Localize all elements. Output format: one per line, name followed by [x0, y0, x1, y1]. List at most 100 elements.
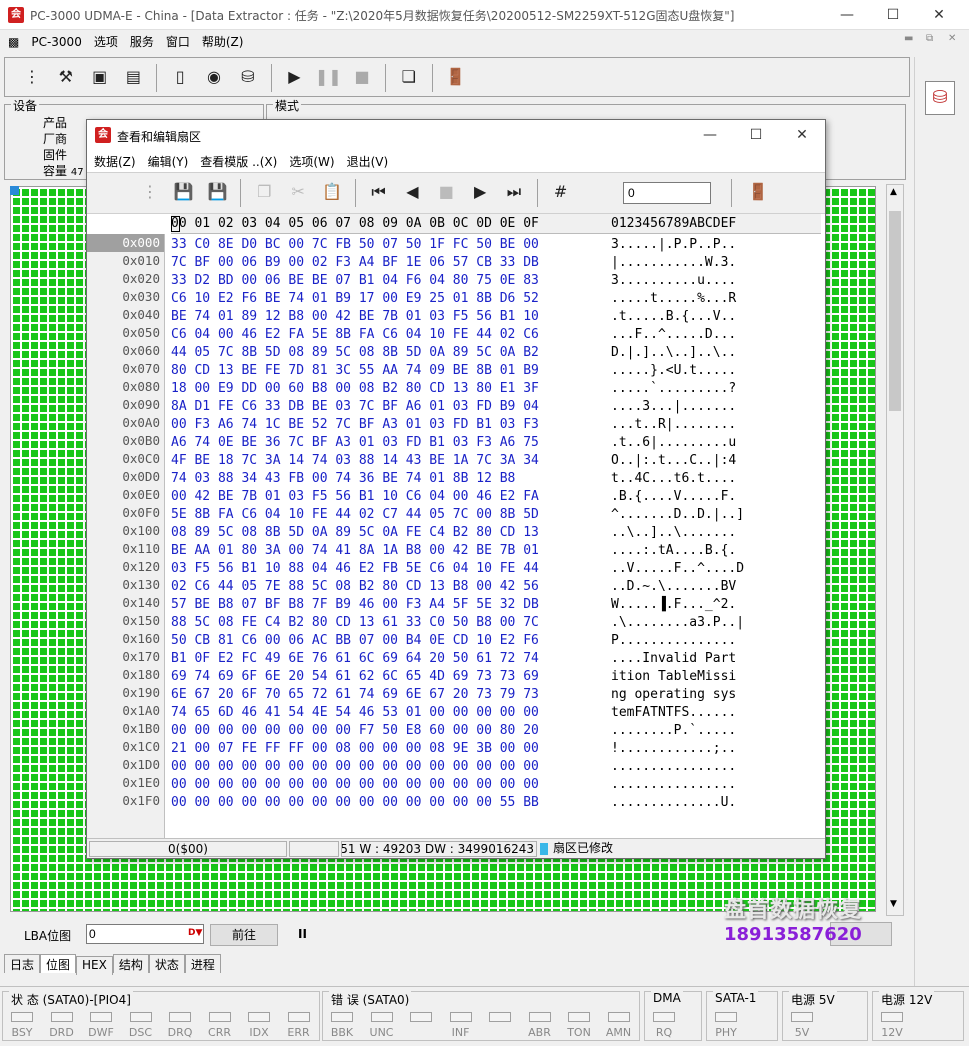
close-button[interactable]: ✕ [916, 0, 962, 30]
bios-chip-icon[interactable]: ▣ [85, 62, 115, 92]
ascii-row[interactable]: .t..6|.........u [611, 434, 811, 452]
hex-row[interactable]: 5E 8B FA C6 04 10 FE 44 02 C7 44 05 7C 0… [171, 506, 601, 524]
ascii-row[interactable]: P............... [611, 632, 811, 650]
hex-row[interactable]: 4F BE 18 7C 3A 14 74 03 88 14 43 BE 1A 7… [171, 452, 601, 470]
ascii-row[interactable]: ..V.....F..^....D [611, 560, 811, 578]
ascii-row[interactable]: W.....▐.F..._^2. [611, 596, 811, 614]
ascii-row[interactable]: ^.......D..D.|..] [611, 506, 811, 524]
hex-row[interactable]: 74 03 88 34 43 FB 00 74 36 BE 74 01 8B 1… [171, 470, 601, 488]
hex-row[interactable]: 00 F3 A6 74 1C BE 52 7C BF A3 01 03 FD B… [171, 416, 601, 434]
ascii-row[interactable]: ........P.`..... [611, 722, 811, 740]
ascii-row[interactable]: ....:.tA....B.{. [611, 542, 811, 560]
hex-row[interactable]: 02 C6 44 05 7E 88 5C 08 B2 80 CD 13 B8 0… [171, 578, 601, 596]
dialog-menu-edit[interactable]: 编辑(Y) [142, 150, 195, 173]
goto-button[interactable]: 前往 [210, 924, 278, 946]
next-sector-icon[interactable]: ▶ [465, 177, 495, 207]
hex-row[interactable]: 44 05 7C 8B 5D 08 89 5C 08 8B 5D 0A 89 5… [171, 344, 601, 362]
hex-row[interactable]: 00 00 00 00 00 00 00 00 00 00 00 00 00 0… [171, 794, 601, 812]
prev-sector-icon[interactable]: ◀ [397, 177, 427, 207]
ascii-row[interactable]: ng operating sys [611, 686, 811, 704]
binoculars-icon[interactable]: ◉ [199, 62, 229, 92]
hex-row[interactable]: 6E 67 20 6F 70 65 72 61 74 69 6E 67 20 7… [171, 686, 601, 704]
scroll-thumb[interactable] [889, 211, 901, 411]
maximize-button[interactable]: ☐ [870, 0, 916, 30]
ascii-row[interactable]: temFATNTFS...... [611, 704, 811, 722]
hex-row[interactable]: 08 89 5C 08 8B 5D 0A 89 5C 0A FE C4 B2 8… [171, 524, 601, 542]
tab-status[interactable]: 状态 [148, 954, 185, 973]
ascii-row[interactable]: t..4C...t6.t.... [611, 470, 811, 488]
save-sector-icon[interactable]: 💾 [169, 177, 199, 207]
ascii-row[interactable]: O..|:.t...C..|:4 [611, 452, 811, 470]
hex-row[interactable]: A6 74 0E BE 36 7C BF A3 01 03 FD B1 03 F… [171, 434, 601, 452]
menu-pc3000[interactable]: PC-3000 [25, 32, 87, 52]
first-sector-icon[interactable]: ⏮ [364, 177, 394, 207]
hex-row[interactable]: BE 74 01 89 12 B8 00 42 BE 7B 01 03 F5 5… [171, 308, 601, 326]
tab-process[interactable]: 进程 [184, 954, 221, 973]
hex-row[interactable]: C6 04 00 46 E2 FA 5E 8B FA C6 04 10 FE 4… [171, 326, 601, 344]
stop-icon[interactable]: ■ [347, 62, 377, 92]
dialog-menu-template[interactable]: 查看模版 ..(X) [194, 150, 283, 173]
pause-button[interactable]: II [298, 927, 307, 941]
scroll-up-icon[interactable]: ▲ [890, 187, 897, 197]
menu-pc3000-icon[interactable]: ▩ [0, 32, 25, 52]
stop-icon[interactable]: ■ [431, 177, 461, 207]
lba-input[interactable] [86, 924, 204, 944]
menu-service[interactable]: 服务 [124, 30, 160, 53]
hex-row[interactable]: 03 F5 56 B1 10 88 04 46 E2 FB 5E C6 04 1… [171, 560, 601, 578]
ascii-column[interactable]: 3.....|.P.P..P.. |...........W.3. 3.......… [611, 236, 811, 812]
tab-bitmap[interactable]: 位图 [40, 954, 77, 973]
windows-icon[interactable]: ❏ [394, 62, 424, 92]
menu-window[interactable]: 窗口 [160, 30, 196, 53]
hex-row[interactable]: 88 5C 08 FE C4 B2 80 CD 13 61 33 C0 50 B… [171, 614, 601, 632]
hex-row[interactable]: 50 CB 81 C6 00 06 AC BB 07 00 B4 0E CD 1… [171, 632, 601, 650]
percent-icon[interactable]: ▤ [118, 62, 148, 92]
pause-icon[interactable]: ❚❚ [313, 62, 343, 92]
hex-row[interactable]: 21 00 07 FE FF FF 00 08 00 00 00 08 9E 3… [171, 740, 601, 758]
scroll-down-icon[interactable]: ▼ [890, 899, 897, 909]
save-as-icon[interactable]: 💾 [203, 177, 233, 207]
ascii-row[interactable]: .\........a3.P..| [611, 614, 811, 632]
ascii-row[interactable]: ................ [611, 776, 811, 794]
ascii-row[interactable]: .B.{....V.....F. [611, 488, 811, 506]
tools-icon[interactable]: ⚒ [51, 62, 81, 92]
mdi-restore-icon[interactable]: ⧉ [926, 33, 933, 44]
ascii-row[interactable]: ..\..]..\....... [611, 524, 811, 542]
ascii-row[interactable]: !............;.. [611, 740, 811, 758]
ascii-row[interactable]: D.|.]..\..]..\.. [611, 344, 811, 362]
ascii-row[interactable]: ...F..^.....D... [611, 326, 811, 344]
hex-row[interactable]: 69 74 69 6F 6E 20 54 61 62 6C 65 4D 69 7… [171, 668, 601, 686]
hex-row[interactable]: 33 C0 8E D0 BC 00 7C FB 50 07 50 1F FC 5… [171, 236, 601, 254]
hex-view[interactable]: 00 01 02 03 04 05 06 07 08 09 0A 0B 0C 0… [87, 214, 825, 838]
dialog-maximize-button[interactable]: ☐ [733, 120, 779, 150]
hex-row[interactable]: 00 00 00 00 00 00 00 00 00 00 00 00 00 0… [171, 776, 601, 794]
minimize-button[interactable]: — [824, 0, 870, 30]
dialog-minimize-button[interactable]: — [687, 120, 733, 150]
ascii-row[interactable]: .....t.....%...R [611, 290, 811, 308]
hex-row[interactable]: B1 0F E2 FC 49 6E 76 61 6C 69 64 20 50 6… [171, 650, 601, 668]
device-info-icon[interactable]: ▯ [165, 62, 195, 92]
goto-sector-icon[interactable]: # [546, 177, 576, 207]
hex-row[interactable]: 00 00 00 00 00 00 00 00 00 00 00 00 00 0… [171, 758, 601, 776]
hex-row[interactable]: 00 00 00 00 00 00 00 00 F7 50 E8 60 00 0… [171, 722, 601, 740]
menu-help[interactable]: 帮助(Z) [196, 30, 250, 53]
play-icon[interactable]: ▶ [279, 62, 309, 92]
hex-row[interactable]: 57 BE B8 07 BF B8 7F B9 46 00 F3 A4 5F 5… [171, 596, 601, 614]
last-sector-icon[interactable]: ⏭ [499, 177, 529, 207]
mdi-close-icon[interactable]: ✕ [948, 33, 956, 44]
hex-row[interactable]: 80 CD 13 BE FE 7D 81 3C 55 AA 74 09 BE 8… [171, 362, 601, 380]
dialog-menu-data[interactable]: 数据(Z) [87, 150, 142, 173]
ascii-row[interactable]: 3.....|.P.P..P.. [611, 236, 811, 254]
bitmap-scrollbar[interactable]: ▲ ▼ [886, 184, 904, 916]
ascii-row[interactable]: 3..........u.... [611, 272, 811, 290]
dialog-close-button[interactable]: ✕ [779, 120, 825, 150]
tab-hex[interactable]: HEX [76, 956, 113, 975]
menu-options[interactable]: 选项 [88, 30, 124, 53]
dialog-menu-options[interactable]: 选项(W) [283, 150, 340, 173]
dialog-menu-exit[interactable]: 退出(V) [341, 150, 395, 173]
exit-icon[interactable]: 🚪 [440, 62, 470, 92]
copy-icon[interactable]: ❐ [249, 177, 279, 207]
paste-icon[interactable]: 📋 [317, 177, 347, 207]
hex-row[interactable]: 7C BF 00 06 B9 00 02 F3 A4 BF 1E 06 57 C… [171, 254, 601, 272]
ascii-row[interactable]: .t.....B.{...V.. [611, 308, 811, 326]
hex-row[interactable]: BE AA 01 80 3A 00 74 41 8A 1A B8 00 42 B… [171, 542, 601, 560]
